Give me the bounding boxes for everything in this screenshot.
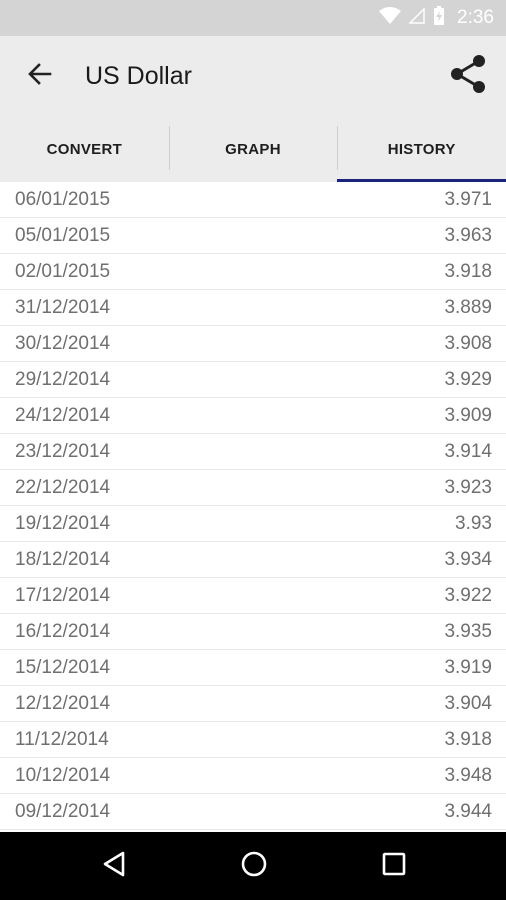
history-date: 22/12/2014 <box>15 476 111 498</box>
back-button[interactable] <box>20 56 60 96</box>
history-rate: 3.904 <box>444 692 492 714</box>
history-rate: 3.908 <box>444 332 492 354</box>
history-rate: 3.929 <box>444 368 492 390</box>
page-title: US Dollar <box>85 62 192 90</box>
history-rate: 3.934 <box>444 548 492 570</box>
history-rate: 3.919 <box>444 656 492 678</box>
recents-icon <box>381 851 407 882</box>
history-row[interactable]: 05/01/2015 3.963 <box>0 218 506 254</box>
cell-signal-icon <box>408 6 425 29</box>
history-rate: 3.918 <box>444 728 492 750</box>
arrow-left-icon <box>26 60 54 93</box>
recents-button[interactable] <box>374 846 414 886</box>
history-row[interactable]: 30/12/2014 3.908 <box>0 326 506 362</box>
history-row[interactable]: 15/12/2014 3.919 <box>0 650 506 686</box>
history-date: 30/12/2014 <box>15 332 111 354</box>
tab-graph[interactable]: GRAPH <box>168 116 338 182</box>
status-time: 2:36 <box>457 7 494 28</box>
home-button[interactable] <box>234 846 274 886</box>
history-rate: 3.914 <box>444 440 492 462</box>
home-icon <box>240 850 268 883</box>
history-rate: 3.909 <box>444 404 492 426</box>
history-rate: 3.889 <box>444 296 492 318</box>
history-row[interactable]: 02/01/2015 3.918 <box>0 254 506 290</box>
history-row[interactable]: 17/12/2014 3.922 <box>0 578 506 614</box>
tab-history[interactable]: HISTORY <box>337 116 506 182</box>
tab-convert[interactable]: CONVERT <box>0 116 169 182</box>
history-rate: 3.963 <box>444 224 492 246</box>
history-date: 19/12/2014 <box>15 512 111 534</box>
history-row[interactable]: 06/01/2015 3.971 <box>0 182 506 218</box>
history-date: 24/12/2014 <box>15 404 111 426</box>
history-list[interactable]: 06/01/2015 3.971 05/01/2015 3.963 02/01/2015… <box>0 182 506 832</box>
share-button[interactable] <box>446 54 490 98</box>
history-date: 05/01/2015 <box>15 224 111 246</box>
history-row[interactable]: 29/12/2014 3.929 <box>0 362 506 398</box>
history-date: 16/12/2014 <box>15 620 111 642</box>
history-row[interactable]: 11/12/2014 3.918 <box>0 722 506 758</box>
history-row[interactable]: 22/12/2014 3.923 <box>0 470 506 506</box>
history-row[interactable]: 23/12/2014 3.914 <box>0 434 506 470</box>
history-rate: 3.948 <box>444 764 492 786</box>
history-date: 23/12/2014 <box>15 440 111 462</box>
history-rate: 3.93 <box>455 512 492 534</box>
history-rate: 3.944 <box>444 800 492 822</box>
history-rate: 3.923 <box>444 476 492 498</box>
history-rate: 3.918 <box>444 260 492 282</box>
history-date: 06/01/2015 <box>15 188 111 210</box>
history-row[interactable]: 31/12/2014 3.889 <box>0 290 506 326</box>
history-date: 18/12/2014 <box>15 548 111 570</box>
history-row[interactable]: 09/12/2014 3.944 <box>0 794 506 830</box>
history-row[interactable]: 19/12/2014 3.93 <box>0 506 506 542</box>
history-row[interactable]: 24/12/2014 3.909 <box>0 398 506 434</box>
history-rate: 3.922 <box>444 584 492 606</box>
history-date: 15/12/2014 <box>15 656 111 678</box>
history-date: 09/12/2014 <box>15 800 111 822</box>
app-bar: US Dollar <box>0 36 506 116</box>
history-date: 02/01/2015 <box>15 260 111 282</box>
status-icons: 2:36 <box>379 5 494 31</box>
history-date: 29/12/2014 <box>15 368 111 390</box>
history-row[interactable]: 12/12/2014 3.904 <box>0 686 506 722</box>
battery-charging-icon <box>433 5 445 31</box>
wifi-icon <box>379 6 402 30</box>
status-bar: 2:36 <box>0 0 506 36</box>
navigation-bar <box>0 832 506 900</box>
history-date: 10/12/2014 <box>15 764 111 786</box>
history-row[interactable]: 10/12/2014 3.948 <box>0 758 506 794</box>
nav-back-button[interactable] <box>94 846 134 886</box>
history-date: 11/12/2014 <box>15 728 109 750</box>
history-date: 17/12/2014 <box>15 584 111 606</box>
history-row[interactable]: 18/12/2014 3.934 <box>0 542 506 578</box>
history-row[interactable]: 16/12/2014 3.935 <box>0 614 506 650</box>
history-rate: 3.935 <box>444 620 492 642</box>
share-icon <box>449 54 487 99</box>
nav-back-icon <box>101 850 127 883</box>
history-date: 31/12/2014 <box>15 296 111 318</box>
tab-bar: CONVERT GRAPH HISTORY <box>0 116 506 182</box>
history-rate: 3.971 <box>444 188 492 210</box>
history-date: 12/12/2014 <box>15 692 111 714</box>
